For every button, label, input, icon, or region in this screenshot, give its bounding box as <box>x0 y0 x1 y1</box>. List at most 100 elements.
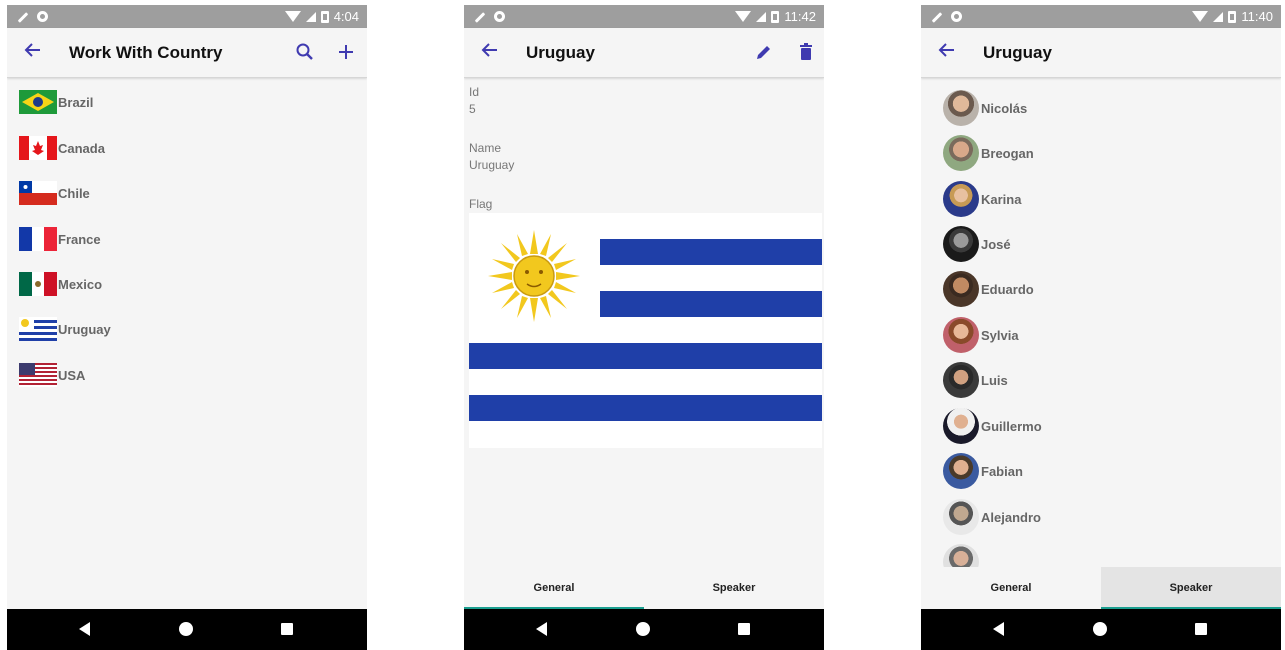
list-item-brazil[interactable]: Brazil <box>19 87 93 117</box>
avatar <box>943 226 979 262</box>
list-item-france[interactable]: France <box>19 224 101 254</box>
avatar <box>943 362 979 398</box>
wifi-icon <box>735 11 752 22</box>
speaker-name: Guillermo <box>981 418 1042 434</box>
trash-icon <box>800 43 812 60</box>
speaker-item[interactable]: Eduardo <box>943 271 1034 307</box>
speaker-name: Alejandro <box>981 509 1041 525</box>
app-bar: Uruguay <box>464 28 824 78</box>
tab-speaker[interactable]: Speaker <box>1101 567 1281 609</box>
plus-icon <box>339 45 353 59</box>
page-title: Uruguay <box>983 43 1052 62</box>
page-title: Work With Country <box>69 43 223 62</box>
uruguay-flag-image <box>469 213 822 448</box>
status-clock: 4:04 <box>333 9 359 24</box>
country-name: Chile <box>58 185 90 201</box>
speaker-name: Fabian <box>981 463 1023 479</box>
list-item-chile[interactable]: Chile <box>19 178 90 208</box>
list-item-canada[interactable]: Canada <box>19 133 105 163</box>
system-nav-bar <box>921 609 1281 650</box>
canada-flag-icon <box>19 136 57 160</box>
usa-flag-icon <box>19 363 57 387</box>
back-button[interactable] <box>21 40 45 64</box>
status-clock: 11:40 <box>1241 9 1273 24</box>
nav-back-icon[interactable] <box>993 622 1004 636</box>
country-name: Brazil <box>58 94 94 110</box>
phone-country-list: 4:04 Work With Country Brazil Canada Chi… <box>7 5 367 650</box>
list-item-mexico[interactable]: Mexico <box>19 269 102 299</box>
speaker-item[interactable]: Breogan <box>943 135 1034 171</box>
nav-recents-icon[interactable] <box>738 623 750 635</box>
name-label: Name <box>469 141 502 155</box>
speaker-item[interactable]: Nicolás <box>943 90 1027 126</box>
status-bar: 11:40 <box>921 5 1281 28</box>
back-button[interactable] <box>935 40 959 64</box>
system-nav-bar <box>7 609 367 650</box>
arrow-left-icon <box>938 43 954 57</box>
arrow-left-icon <box>481 43 497 57</box>
page-title: Uruguay <box>526 43 595 62</box>
avatar <box>943 90 979 126</box>
tab-general[interactable]: General <box>464 567 644 609</box>
battery-icon <box>320 10 329 23</box>
sync-status-icon <box>37 11 48 22</box>
nav-home-icon[interactable] <box>179 622 193 636</box>
search-button[interactable] <box>293 40 317 64</box>
signal-icon <box>1213 11 1224 22</box>
status-bar: 11:42 <box>464 5 824 28</box>
nav-home-icon[interactable] <box>1093 622 1107 636</box>
nav-back-icon[interactable] <box>79 622 90 636</box>
speaker-item[interactable]: Sylvia <box>943 317 1019 353</box>
sync-status-icon <box>494 11 505 22</box>
app-bar: Uruguay <box>921 28 1281 78</box>
signal-icon <box>756 11 767 22</box>
sync-status-icon <box>951 11 962 22</box>
speaker-name: Karina <box>981 191 1022 207</box>
arrow-left-icon <box>24 43 40 57</box>
pen-status-icon <box>931 12 943 23</box>
nav-recents-icon[interactable] <box>1195 623 1207 635</box>
nav-back-icon[interactable] <box>536 622 547 636</box>
bottom-tabs: General Speaker <box>921 567 1281 609</box>
country-name: USA <box>58 367 86 383</box>
speaker-item[interactable]: Karina <box>943 181 1021 217</box>
battery-icon <box>771 10 780 23</box>
tab-speaker[interactable]: Speaker <box>644 567 824 609</box>
brazil-flag-icon <box>19 90 57 114</box>
delete-button[interactable] <box>794 40 818 64</box>
battery-icon <box>1228 10 1237 23</box>
id-label: Id <box>469 85 480 99</box>
country-name: Mexico <box>58 276 103 292</box>
france-flag-icon <box>19 227 57 251</box>
country-name: Uruguay <box>58 321 111 337</box>
nav-home-icon[interactable] <box>636 622 650 636</box>
app-bar: Work With Country <box>7 28 367 78</box>
speaker-item[interactable]: Alejandro <box>943 499 1041 535</box>
pen-status-icon <box>474 12 486 23</box>
speaker-item[interactable]: Luis <box>943 362 1008 398</box>
back-button[interactable] <box>478 40 502 64</box>
avatar <box>943 408 979 444</box>
edit-button[interactable] <box>752 40 776 64</box>
speaker-item[interactable]: Guillermo <box>943 408 1042 444</box>
chile-flag-icon <box>19 181 57 205</box>
signal-icon <box>305 11 316 22</box>
speaker-item[interactable]: Fabian <box>943 453 1023 489</box>
pencil-icon <box>757 46 770 59</box>
name-value: Uruguay <box>469 158 515 172</box>
speaker-name: Breogan <box>981 145 1034 161</box>
country-name: Canada <box>58 140 105 156</box>
speaker-item[interactable]: José <box>943 226 1011 262</box>
avatar <box>943 181 979 217</box>
avatar <box>943 271 979 307</box>
tab-general[interactable]: General <box>921 567 1101 609</box>
add-button[interactable] <box>334 40 358 64</box>
speaker-name: Sylvia <box>981 327 1019 343</box>
mexico-flag-icon <box>19 272 57 296</box>
avatar <box>943 499 979 535</box>
nav-recents-icon[interactable] <box>281 623 293 635</box>
status-clock: 11:42 <box>784 9 816 24</box>
phone-country-detail: 11:42 Uruguay Id 5 Name Uruguay Flag Gen… <box>464 5 824 650</box>
list-item-uruguay[interactable]: Uruguay <box>19 314 111 344</box>
list-item-usa[interactable]: USA <box>19 360 85 390</box>
